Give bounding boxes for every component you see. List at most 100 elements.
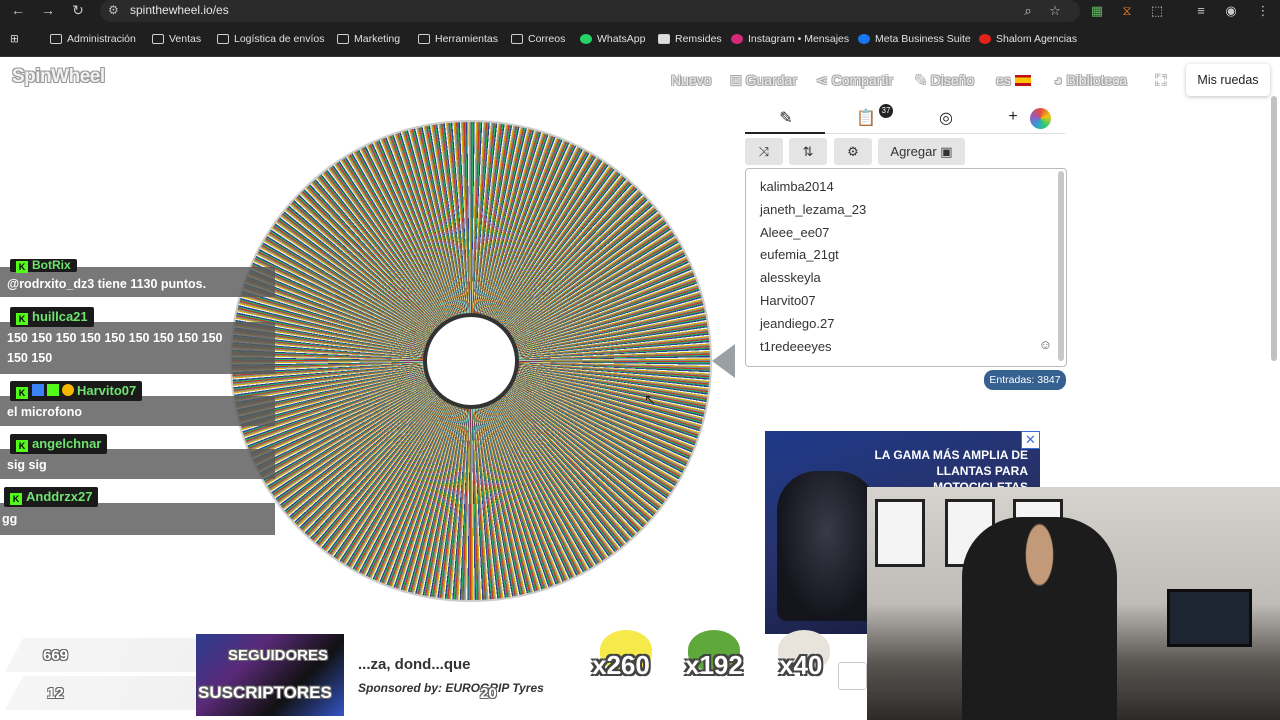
entry-item: janeth_lezama_23 [760,202,867,217]
bookmark-star-icon[interactable]: ☆ [1046,3,1064,19]
chat-message [0,322,275,374]
biblioteca-button[interactable]: ◕ Biblioteca [1054,72,1127,88]
instagram-icon [731,34,743,44]
fullscreen-icon[interactable]: ⛶ [1156,72,1166,89]
site-logo[interactable]: SpinWheel [12,66,105,88]
bookmark-whatsapp[interactable]: WhatsApp [580,33,645,45]
bookmark-marketing[interactable]: Marketing [337,33,400,45]
entries-textarea[interactable]: kalimba2014 janeth_lezama_23 Aleee_ee07 … [745,168,1067,367]
emote-count: x40 [779,650,823,680]
spain-flag-icon [1014,75,1031,86]
page-scrollbar[interactable] [1271,96,1277,361]
wheel-center-hub[interactable] [423,313,519,409]
forward-icon[interactable]: → [38,2,58,18]
wall-frame [875,499,925,567]
bookmark-meta-business[interactable]: Meta Business Suite [858,33,971,45]
chat-username: K Anddrzx27 [4,487,99,507]
image-icon: ▣ [940,144,953,159]
chat-text: el microfono [7,405,83,419]
ticker-input-box[interactable] [838,662,867,690]
gift-badge-icon [62,384,74,396]
bookmark-remsides[interactable]: Remsides [658,33,722,45]
profile-avatar-icon[interactable]: ◉ [1222,3,1240,19]
zoom-icon[interactable]: ⌕ [1019,3,1037,19]
folder-icon [418,34,430,44]
folder-icon [337,34,349,44]
remsides-icon [658,34,670,44]
hide-tab[interactable]: ◎ [926,108,966,128]
moderator-badge-icon [32,384,44,396]
webcam-feed [867,487,1280,720]
bookmark-correos[interactable]: Correos [511,33,565,45]
add-plus-icon[interactable]: + [993,108,1033,126]
url-text: spinthewheel.io/es [130,3,229,17]
bookmark-administracion[interactable]: Administración [50,33,136,45]
meta-icon [858,34,870,44]
color-palette-icon[interactable] [1030,108,1051,129]
diseno-button[interactable]: ✎ Diseño [915,72,974,89]
reload-icon[interactable]: ↻ [68,2,88,19]
bookmark-logistica[interactable]: Logística de envíos [217,33,324,45]
bookmark-shalom[interactable]: Shalom Agencias [979,33,1077,45]
wheel-pointer-icon [712,344,735,378]
results-count-badge: 37 [879,104,893,118]
motorcycle-image [777,471,877,621]
browser-toolbar: ← → ↻ ⚙ spinthewheel.io/es ⌕ ☆ ▦ ⧖ ⬚ ≡ ◉… [0,0,1280,24]
chat-text: 150 150 [7,351,53,365]
address-bar[interactable]: ⚙ spinthewheel.io/es [100,0,1080,22]
extensions-puzzle-icon[interactable]: ⬚ [1148,3,1166,19]
entry-item: jeandiego.27 [760,316,835,331]
apps-grid-icon[interactable]: ⊞ [10,33,19,45]
emoji-icon[interactable]: ☺ [1039,337,1052,352]
mis-ruedas-button[interactable]: Mis ruedas [1186,64,1270,96]
settings-gear-icon[interactable]: ⚙ [834,138,872,165]
extension-icon[interactable]: ⧖ [1118,3,1136,19]
bookmarks-bar: ⊞ Administración Ventas Logística de env… [0,24,1280,57]
share-icon: ⋖ [816,72,832,88]
entry-item: t1redeeeyes [760,339,832,354]
chat-text: gg [2,512,18,526]
kick-icon: K [10,493,22,505]
subscribers-current: 12 [47,685,64,702]
sort-button[interactable]: ⇅ [789,138,827,165]
active-tab-indicator [745,132,825,134]
emote-count: x192 [685,650,743,680]
monitor [1167,589,1252,647]
subscribers-label: SUSCRIPTORES [198,683,332,702]
entry-item: Aleee_ee07 [760,225,830,240]
bookmark-instagram[interactable]: Instagram • Mensajes [731,33,849,45]
compartir-button[interactable]: ⋖ Compartir [816,72,893,89]
back-icon[interactable]: ← [8,2,28,18]
sheets-extension-icon[interactable]: ▦ [1088,3,1106,19]
whatsapp-icon [580,34,592,44]
streamer [962,517,1117,720]
entries-count-badge: Entradas: 3847 [984,370,1066,390]
library-icon: ◕ [1054,72,1067,88]
chat-text: 150 150 150 150 150 150 150 150 150 [7,331,223,345]
shuffle-button[interactable]: ⤨ [745,138,783,165]
panel-tabs: ✎ 📋 37 ◎ + [745,104,1065,134]
sponsor-text: Sponsored by: EUROGRIP Tyres [358,681,544,695]
bookmark-ventas[interactable]: Ventas [152,33,201,45]
menu-kebab-icon[interactable]: ⋮ [1254,3,1272,19]
bookmark-herramientas[interactable]: Herramientas [418,33,498,45]
chat-username: Kangelchnar [10,434,108,454]
chat-text: @rodrxito_dz3 tiene 1130 puntos. [7,277,207,291]
chat-username: K BotRix [10,259,77,273]
guardar-button[interactable]: ⊡ Guardar [730,72,797,89]
site-info-icon[interactable]: ⚙ [108,3,119,17]
entry-item: Harvito07 [760,293,816,308]
edit-entries-tab[interactable]: ✎ [766,108,806,128]
chat-text: sig sig [7,458,47,472]
nuevo-button[interactable]: Nuevo [671,72,711,88]
subscriber-badge-icon [47,384,59,396]
agregar-image-button[interactable]: Agregar ▣ [878,138,965,165]
entries-scrollbar[interactable] [1058,171,1064,361]
ad-close-icon[interactable]: ✕ [1021,431,1040,449]
shalom-icon [979,34,991,44]
language-selector[interactable]: es [996,72,1031,88]
kick-icon: K [16,261,28,273]
reading-list-icon[interactable]: ≡ [1192,3,1210,18]
subscribers-goal: 20 [480,685,497,702]
kick-icon: K [16,440,28,452]
